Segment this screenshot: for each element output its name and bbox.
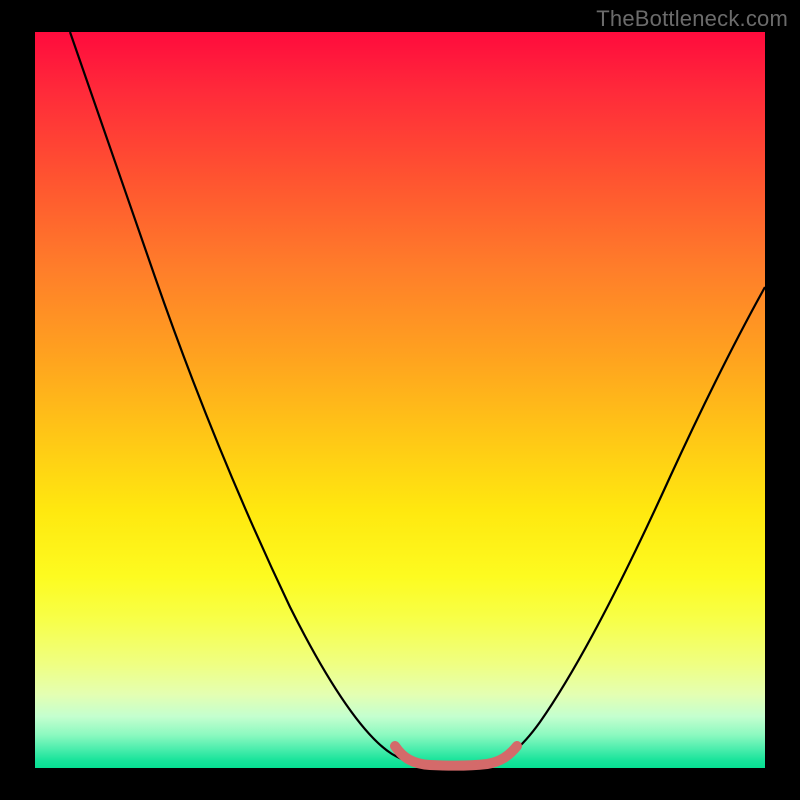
highlight-segment bbox=[395, 746, 517, 766]
plot-area bbox=[35, 32, 765, 768]
watermark-text: TheBottleneck.com bbox=[596, 6, 788, 32]
chart-frame: TheBottleneck.com bbox=[0, 0, 800, 800]
bottleneck-curve bbox=[70, 32, 765, 767]
curve-layer bbox=[35, 32, 765, 768]
